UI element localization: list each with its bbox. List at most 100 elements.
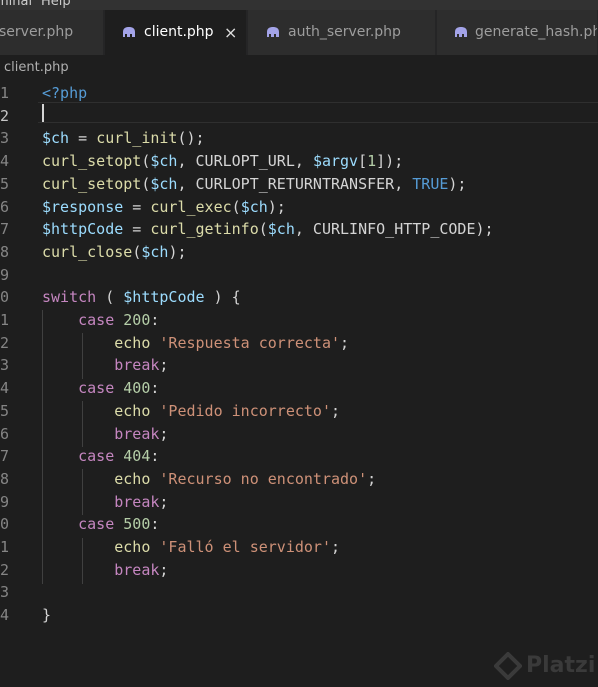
code-line: 7 $httpCode = curl_getinfo($ch, CURLINFO_… — [0, 218, 598, 240]
code-token: ( — [231, 197, 241, 216]
line-number: 2 — [0, 106, 10, 125]
line-code: case 404: — [42, 445, 159, 467]
line-number: 8 — [0, 242, 10, 261]
code-token: curl_exec — [150, 197, 232, 216]
code-token: [ — [358, 152, 368, 171]
code-token: (); — [177, 129, 205, 148]
code-token: ]); — [376, 152, 404, 171]
line-number: 0 — [0, 288, 10, 307]
tab-client-php[interactable]: client.php × — [105, 10, 247, 55]
code-token: : — [150, 311, 160, 329]
code-line: 2 — [0, 105, 598, 127]
line-number: 3 — [0, 583, 10, 602]
tab-label: generate_hash.php — [475, 24, 598, 40]
menu-item-terminal[interactable]: minal — [0, 0, 32, 9]
php-elephant-icon — [455, 27, 467, 37]
line-code: break; — [42, 559, 168, 581]
line-code: <?php — [42, 82, 87, 104]
code-token: ( — [132, 242, 142, 261]
menu-bar: minal Help — [0, 0, 598, 10]
code-token: curl_getinfo — [150, 220, 259, 239]
code-token: 'Falló el servidor' — [159, 538, 331, 556]
menu-item-help[interactable]: Help — [41, 0, 71, 9]
code-token: curl_setopt — [42, 152, 142, 171]
code-token: = — [69, 129, 97, 148]
code-token: 'Respuesta correcta' — [159, 333, 341, 352]
line-number: 5 — [0, 401, 10, 420]
line-code: case 500: — [42, 513, 159, 535]
code-editor[interactable]: 1 <?php 2 3 $ch = curl_init(); 4 curl_setopt($… — [0, 80, 598, 687]
tab-generate-hash-php[interactable]: generate_hash.php — [437, 10, 598, 55]
line-code: curl_setopt($ch, CURLOPT_URL, $argv[1]); — [42, 150, 403, 172]
code-line: 3 — [0, 581, 598, 603]
code-token: 'Recurso no encontrado' — [159, 469, 368, 488]
tab-bar: server.php client.php × auth_server.php … — [0, 10, 598, 55]
line-number: 7 — [0, 220, 10, 239]
line-number: 9 — [0, 265, 10, 284]
code-token: = — [123, 220, 151, 239]
line-code: case 200: — [42, 309, 159, 331]
code-token: curl_close — [42, 242, 133, 261]
code-token: $httpCode — [42, 220, 124, 239]
code-token: ) { — [204, 288, 241, 307]
line-code: break; — [42, 423, 168, 445]
code-token: ; — [331, 401, 341, 420]
code-token: break — [114, 492, 160, 511]
code-token: curl_setopt — [42, 174, 142, 193]
line-code: $httpCode = curl_getinfo($ch, CURLINFO_H… — [42, 218, 494, 240]
code-token: ; — [159, 492, 169, 511]
code-token: ; — [159, 424, 169, 443]
code-token: , CURLOPT_RETURNTRANSFER, — [177, 174, 413, 193]
code-line: 9 — [0, 264, 598, 286]
code-token: case — [78, 515, 115, 534]
line-number: 4 — [0, 152, 10, 171]
php-elephant-icon — [267, 27, 279, 37]
line-number: 3 — [0, 129, 10, 148]
breadcrumb[interactable]: client.php — [4, 58, 69, 78]
code-token: ( — [258, 220, 268, 239]
code-token: $ch — [150, 152, 178, 171]
code-token: break — [114, 560, 160, 579]
code-line: 9 break; — [0, 491, 598, 513]
code-token: $response — [42, 197, 124, 216]
watermark-label: Platzi — [526, 653, 596, 678]
line-code: } — [42, 604, 51, 626]
platzi-logo-icon — [494, 652, 522, 680]
line-number: 1 — [0, 538, 10, 556]
line-code: switch ( $httpCode ) { — [42, 286, 241, 308]
platzi-watermark: Platzi — [494, 648, 598, 684]
code-token: 1 — [367, 152, 377, 171]
code-token: ); — [168, 242, 187, 261]
code-token: } — [42, 606, 52, 625]
code-line: 7 case 404: — [0, 445, 598, 467]
line-code: curl_close($ch); — [42, 241, 187, 263]
line-number: 7 — [0, 447, 10, 466]
code-line: 0 switch ( $httpCode ) { — [0, 286, 598, 308]
code-token: , CURLINFO_HTTP_CODE); — [294, 220, 494, 239]
code-token: $httpCode — [123, 288, 205, 307]
code-token: echo — [114, 538, 151, 556]
code-token: 200 — [123, 311, 151, 329]
code-token: curl_init — [96, 129, 178, 148]
code-line: 3 $ch = curl_init(); — [0, 127, 598, 149]
code-token: echo — [114, 469, 151, 488]
code-line: 5 curl_setopt($ch, CURLOPT_RETURNTRANSFER… — [0, 173, 598, 195]
code-token: break — [114, 424, 160, 443]
close-icon[interactable]: × — [224, 10, 237, 55]
tab-auth-server-php[interactable]: auth_server.php — [248, 10, 436, 55]
tab-label: auth_server.php — [288, 24, 401, 40]
code-token: $ch — [150, 174, 178, 193]
tab-server-php[interactable]: server.php — [0, 10, 104, 55]
code-token: case — [78, 311, 115, 329]
code-line: 8 echo 'Recurso no encontrado'; — [0, 468, 598, 490]
tab-label: server.php — [0, 24, 74, 40]
